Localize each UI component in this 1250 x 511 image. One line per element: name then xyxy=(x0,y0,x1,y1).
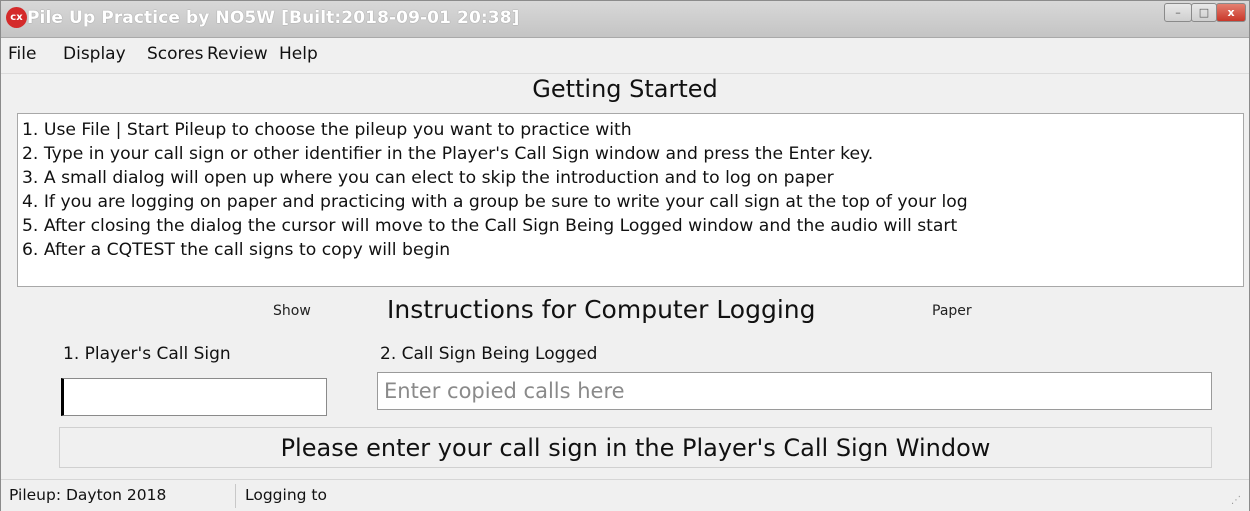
instruction-line: 3. A small dialog will open up where you… xyxy=(22,168,834,188)
logging-status: Logging to xyxy=(245,486,327,504)
instruction-line: 4. If you are logging on paper and pract… xyxy=(22,192,968,212)
status-divider xyxy=(235,484,236,508)
pileup-status: Pileup: Dayton 2018 xyxy=(9,486,167,504)
menu-review[interactable]: Review xyxy=(207,44,268,64)
show-toggle[interactable]: Show xyxy=(273,303,311,319)
paper-toggle[interactable]: Paper xyxy=(932,303,972,319)
menu-help[interactable]: Help xyxy=(279,44,318,64)
instruction-line: 2. Type in your call sign or other ident… xyxy=(22,144,874,164)
app-window: cx Pile Up Practice by NO5W [Built:2018-… xyxy=(0,0,1250,511)
menu-bar: File Display Scores Review Help xyxy=(1,38,1249,74)
getting-started-heading: Getting Started xyxy=(532,75,718,103)
logged-call-sign-input[interactable] xyxy=(377,372,1212,410)
logging-mode-title: Instructions for Computer Logging xyxy=(387,295,816,324)
title-bar[interactable]: cx Pile Up Practice by NO5W [Built:2018-… xyxy=(1,1,1249,38)
player-call-sign-label: 1. Player's Call Sign xyxy=(63,344,231,364)
instruction-line: 1. Use File | Start Pileup to choose the… xyxy=(22,120,632,140)
instruction-line: 6. After a CQTEST the call signs to copy… xyxy=(22,240,451,260)
menu-scores[interactable]: Scores xyxy=(147,44,203,64)
instructions-panel[interactable]: 1. Use File | Start Pileup to choose the… xyxy=(17,113,1244,287)
close-button[interactable]: x xyxy=(1216,3,1246,22)
minimize-button[interactable]: – xyxy=(1164,3,1192,22)
menu-display[interactable]: Display xyxy=(63,44,126,64)
app-logo-icon[interactable]: cx xyxy=(6,7,27,28)
logged-call-sign-label: 2. Call Sign Being Logged xyxy=(380,344,598,364)
status-message: Please enter your call sign in the Playe… xyxy=(59,427,1212,468)
status-bar: Pileup: Dayton 2018 Logging to ⋰ xyxy=(1,479,1249,511)
menu-file[interactable]: File xyxy=(8,44,36,64)
resize-grip-icon[interactable]: ⋰ xyxy=(1231,495,1243,507)
instruction-line: 5. After closing the dialog the cursor w… xyxy=(22,216,958,236)
window-title: Pile Up Practice by NO5W [Built:2018-09-… xyxy=(27,8,520,28)
player-call-sign-input[interactable] xyxy=(61,378,327,416)
maximize-button[interactable]: □ xyxy=(1191,3,1217,22)
